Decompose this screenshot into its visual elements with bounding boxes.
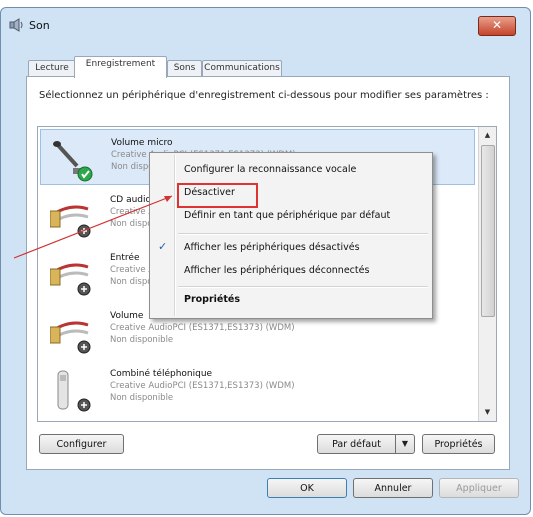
device-name: Volume <box>110 311 144 321</box>
rca-cable-icon <box>50 205 91 238</box>
device-name: Entrée <box>110 253 140 263</box>
menu-separator <box>178 233 428 235</box>
apply-button[interactable]: Appliquer <box>439 478 519 498</box>
rca-cable-icon <box>50 263 91 296</box>
window-title: Son <box>29 19 50 32</box>
title-bar: Son ✕ <box>9 16 519 36</box>
device-name: Combiné téléphonique <box>110 369 213 379</box>
close-button[interactable]: ✕ <box>478 16 516 36</box>
menu-item-show-disconnected[interactable]: Afficher les périphériques déconnectés <box>184 265 369 276</box>
scroll-thumb[interactable] <box>481 145 495 317</box>
menu-item-show-disabled[interactable]: Afficher les périphériques désactivés <box>184 242 360 253</box>
menu-separator <box>178 286 428 288</box>
device-name: Volume micro <box>111 138 173 148</box>
device-row-combine-telephonique[interactable]: Combiné téléphonique Creative AudioPCI (… <box>40 361 475 417</box>
tab-lecture[interactable]: Lecture <box>28 60 76 77</box>
menu-item-configure-speech[interactable]: Configurer la reconnaissance vocale <box>184 164 356 175</box>
tab-enregistrement[interactable]: Enregistrement <box>74 56 167 78</box>
cancel-button[interactable]: Annuler <box>353 478 433 498</box>
device-name: CD audio <box>110 195 152 205</box>
telephone-handset-icon <box>57 370 91 412</box>
device-list-scrollbar[interactable]: ▲ ▼ <box>478 127 496 421</box>
device-status: Non disponible <box>110 335 174 345</box>
annotation-highlight-box <box>177 183 258 208</box>
scroll-down-arrow-icon[interactable]: ▼ <box>479 404 496 421</box>
check-mark-icon: ✓ <box>158 240 168 253</box>
device-driver: Creative AudioPCI (ES1371,ES1373) (WDM) <box>110 323 295 333</box>
properties-button[interactable]: Propriétés <box>422 434 495 454</box>
rca-cable-icon <box>50 321 91 354</box>
speaker-icon <box>9 18 23 32</box>
menu-item-properties[interactable]: Propriétés <box>184 294 240 305</box>
scroll-up-arrow-icon[interactable]: ▲ <box>479 127 496 144</box>
device-driver: Creative AudioPCI (ES1371,ES1373) (WDM) <box>110 381 295 391</box>
device-context-menu: Configurer la reconnaissance vocale Désa… <box>149 152 433 319</box>
set-default-button[interactable]: Par défaut <box>317 434 396 454</box>
set-default-dropdown-icon[interactable]: ▼ <box>395 434 415 454</box>
tab-communications[interactable]: Communications <box>202 60 282 77</box>
configure-button[interactable]: Configurer <box>39 434 124 454</box>
microphone-icon <box>53 141 93 182</box>
tab-sons[interactable]: Sons <box>167 60 202 77</box>
ok-button[interactable]: OK <box>267 478 347 498</box>
menu-item-set-default[interactable]: Définir en tant que périphérique par déf… <box>184 210 390 221</box>
instruction-text: Sélectionnez un périphérique d'enregistr… <box>39 90 489 101</box>
menu-gutter <box>174 155 176 316</box>
device-status: Non disponible <box>110 393 174 403</box>
